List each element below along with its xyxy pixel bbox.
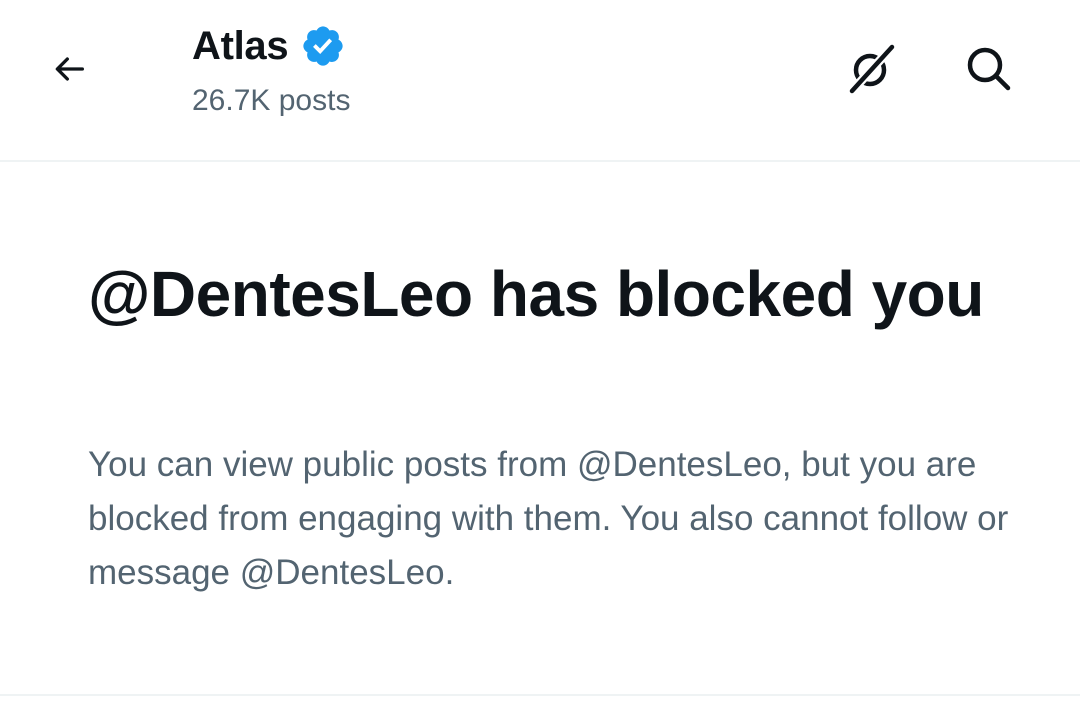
search-icon: [964, 44, 1014, 99]
verified-badge-icon: [300, 23, 346, 69]
blocked-description: You can view public posts from @DentesLe…: [88, 445, 1009, 592]
search-button[interactable]: [956, 38, 1022, 104]
back-button[interactable]: [36, 38, 102, 104]
profile-title-block: Atlas 26.7K posts: [192, 20, 350, 118]
blocked-title: @DentesLeo has blocked you: [88, 258, 984, 330]
profile-title-row: Atlas: [192, 20, 350, 72]
grok-icon: [843, 41, 899, 102]
arrow-left-icon: [49, 49, 89, 94]
grok-button[interactable]: [838, 38, 904, 104]
profile-name: Atlas: [192, 23, 289, 68]
header-divider: [0, 160, 1080, 162]
posts-count: 26.7K posts: [192, 84, 351, 117]
profile-header: Atlas 26.7K posts: [0, 0, 1080, 160]
bottom-divider: [0, 694, 1080, 696]
